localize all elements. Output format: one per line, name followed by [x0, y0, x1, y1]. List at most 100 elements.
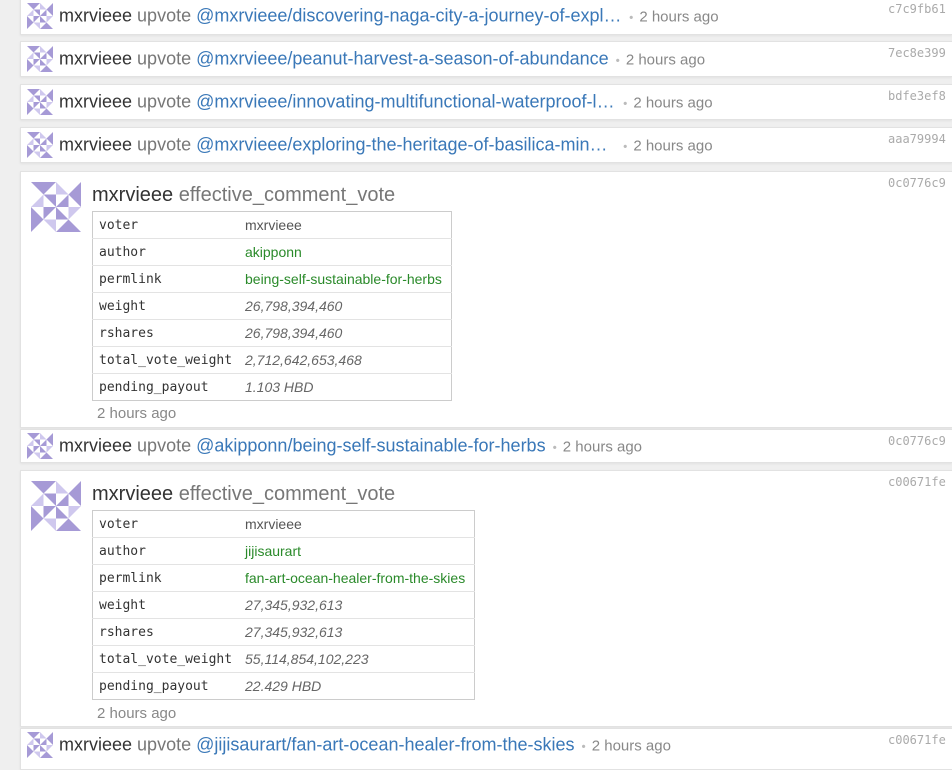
user-link[interactable]: mxrvieee: [59, 92, 132, 112]
post-link[interactable]: @mxrvieee/exploring-the-heritage-of-basi…: [196, 135, 616, 156]
op-heading: mxrvieee effective_comment_vote: [92, 184, 395, 207]
user-link[interactable]: mxrvieee: [59, 436, 132, 456]
identicon-avatar-icon[interactable]: [31, 481, 81, 531]
post-link[interactable]: @mxrvieee/innovating-multifunctional-wat…: [196, 92, 616, 113]
user-link[interactable]: mxrvieee: [92, 483, 173, 505]
op-verb: upvote: [137, 134, 192, 155]
field-value: 27,345,932,613: [239, 591, 475, 619]
timestamp[interactable]: 2 hours ago: [633, 95, 712, 112]
identicon-avatar-icon[interactable]: [27, 732, 53, 758]
op-details-table: voter mxrvieee author akipponn permlink bei…: [92, 211, 452, 401]
field-key: rshares: [92, 618, 239, 646]
user-link[interactable]: mxrvieee: [59, 49, 132, 69]
field-key: total_vote_weight: [92, 645, 239, 673]
tx-hash-link[interactable]: 7ec8e399: [888, 46, 952, 60]
identicon-avatar-icon[interactable]: [27, 46, 53, 72]
identicon-avatar-icon[interactable]: [27, 3, 53, 29]
table-row: rshares 26,798,394,460: [92, 319, 452, 347]
table-row: rshares 27,345,932,613: [92, 618, 475, 646]
table-row: pending_payout 1.103 HBD: [92, 373, 452, 401]
identicon-avatar-icon[interactable]: [27, 132, 53, 158]
table-row: pending_payout 22.429 HBD: [92, 672, 475, 700]
tx-hash-link[interactable]: 0c0776c9: [888, 434, 952, 448]
op-line: mxrvieee upvote @mxrvieee/discovering-na…: [59, 6, 719, 27]
field-key: author: [92, 537, 239, 565]
tx-hash-link[interactable]: aaa79994: [888, 132, 952, 146]
table-row: weight 26,798,394,460: [92, 292, 452, 320]
author-link[interactable]: jijisaurart: [239, 537, 475, 565]
op-upvote: mxrvieee upvote @mxrvieee/exploring-the-…: [20, 127, 952, 163]
separator-dot: •: [623, 96, 628, 111]
op-verb: upvote: [137, 91, 192, 112]
post-link[interactable]: @mxrvieee/peanut-harvest-a-season-of-abu…: [196, 49, 609, 70]
tx-hash-link[interactable]: c7c9fb61: [888, 2, 952, 16]
table-row: permlink being-self-sustainable-for-herbs: [92, 265, 452, 293]
table-row: voter mxrvieee: [93, 212, 452, 239]
post-link[interactable]: @jijisaurart/fan-art-ocean-healer-from-t…: [196, 735, 574, 756]
separator-dot: •: [581, 739, 586, 754]
op-upvote: mxrvieee upvote @mxrvieee/innovating-mul…: [20, 84, 952, 120]
field-value: 55,114,854,102,223: [239, 645, 475, 673]
timestamp[interactable]: 2 hours ago: [626, 52, 705, 69]
field-value: 22.429 HBD: [239, 672, 475, 700]
field-key: permlink: [92, 265, 239, 293]
user-link[interactable]: mxrvieee: [59, 135, 132, 155]
op-effective-comment-vote: mxrvieee effective_comment_vote voter mxr…: [20, 470, 952, 727]
operations-feed: mxrvieee upvote @mxrvieee/discovering-na…: [20, 0, 952, 770]
user-link[interactable]: mxrvieee: [59, 735, 132, 755]
table-row: author jijisaurart: [92, 537, 475, 565]
user-link[interactable]: mxrvieee: [59, 6, 132, 26]
op-line: mxrvieee upvote @mxrvieee/peanut-harvest…: [59, 49, 705, 70]
permlink-link[interactable]: being-self-sustainable-for-herbs: [239, 265, 452, 293]
identicon-avatar-icon[interactable]: [27, 433, 53, 459]
timestamp[interactable]: 2 hours ago: [639, 9, 718, 26]
field-key: voter: [99, 516, 139, 532]
op-name: effective_comment_vote: [178, 184, 396, 206]
field-key: permlink: [92, 564, 239, 592]
field-key: weight: [92, 591, 239, 619]
field-value: 2,712,642,653,468: [239, 346, 452, 374]
timestamp[interactable]: 2 hours ago: [97, 705, 176, 722]
permlink-link[interactable]: fan-art-ocean-healer-from-the-skies: [239, 564, 475, 592]
op-name: effective_comment_vote: [178, 483, 396, 505]
tx-hash-link[interactable]: c00671fe: [888, 475, 952, 489]
field-key: pending_payout: [92, 373, 239, 401]
table-row: total_vote_weight 2,712,642,653,468: [92, 346, 452, 374]
op-upvote: mxrvieee upvote @jijisaurart/fan-art-oce…: [20, 728, 952, 770]
tx-hash-link[interactable]: 0c0776c9: [888, 176, 952, 190]
op-upvote: mxrvieee upvote @mxrvieee/discovering-na…: [20, 0, 952, 35]
identicon-avatar-icon[interactable]: [27, 89, 53, 115]
op-details-table: voter mxrvieee author jijisaurart permlink…: [92, 510, 475, 700]
tx-hash-link[interactable]: c00671fe: [888, 733, 952, 747]
op-verb: upvote: [137, 48, 192, 69]
field-key: weight: [92, 292, 239, 320]
field-value: 27,345,932,613: [239, 618, 475, 646]
timestamp[interactable]: 2 hours ago: [563, 439, 642, 456]
tx-hash-link[interactable]: bdfe3ef8: [888, 89, 952, 103]
field-key: pending_payout: [92, 672, 239, 700]
timestamp[interactable]: 2 hours ago: [633, 138, 712, 155]
op-verb: upvote: [137, 5, 192, 26]
table-row: total_vote_weight 55,114,854,102,223: [92, 645, 475, 673]
op-line: mxrvieee upvote @mxrvieee/innovating-mul…: [59, 92, 713, 113]
op-heading: mxrvieee effective_comment_vote: [92, 483, 395, 506]
field-key: rshares: [92, 319, 239, 347]
field-key: total_vote_weight: [92, 346, 239, 374]
user-link[interactable]: mxrvieee: [92, 184, 173, 206]
field-value: 1.103 HBD: [239, 373, 452, 401]
field-key: author: [92, 238, 239, 266]
op-line: mxrvieee upvote @akipponn/being-self-sus…: [59, 436, 642, 457]
timestamp[interactable]: 2 hours ago: [97, 405, 176, 422]
post-link[interactable]: @akipponn/being-self-sustainable-for-her…: [196, 436, 545, 457]
separator-dot: •: [552, 440, 557, 455]
table-row: weight 27,345,932,613: [92, 591, 475, 619]
table-row: voter mxrvieee: [93, 511, 475, 538]
identicon-avatar-icon[interactable]: [31, 182, 81, 232]
post-link[interactable]: @mxrvieee/discovering-naga-city-a-journe…: [196, 6, 622, 27]
timestamp[interactable]: 2 hours ago: [592, 738, 671, 755]
op-effective-comment-vote: mxrvieee effective_comment_vote voter mxr…: [20, 171, 952, 428]
author-link[interactable]: akipponn: [239, 238, 452, 266]
field-key: voter: [99, 217, 139, 233]
table-row: permlink fan-art-ocean-healer-from-the-sk…: [92, 564, 475, 592]
field-value: 26,798,394,460: [239, 292, 452, 320]
